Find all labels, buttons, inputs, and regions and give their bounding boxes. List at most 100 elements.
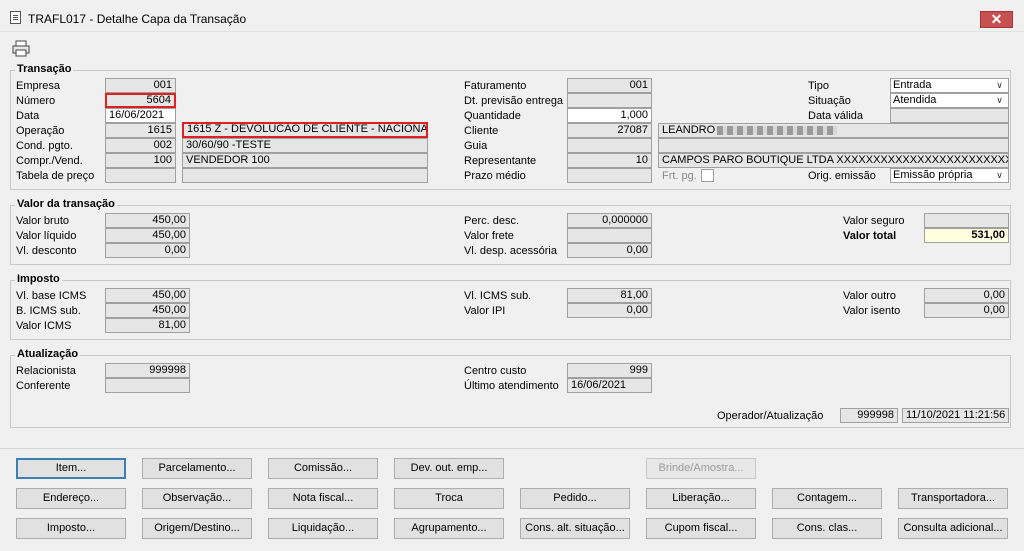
perc-desc-label: Perc. desc. [464,215,520,227]
chevron-down-icon: ∨ [996,80,1003,90]
tipo-label: Tipo [808,80,829,92]
nota-fiscal-button[interactable]: Nota fiscal... [268,488,378,509]
ultimo-atendimento-label: Último atendimento [464,380,559,392]
situacao-value: Atendida [893,94,937,106]
transacao-group-title: Transação [15,63,74,75]
operador-field[interactable]: 999998 [840,408,898,423]
cupom-fiscal-button[interactable]: Cupom fiscal... [646,518,756,539]
valor-outro-field[interactable]: 0,00 [924,288,1009,303]
valor-liquido-label: Valor líquido [16,230,77,242]
faturamento-label: Faturamento [464,80,527,92]
agrupamento-button[interactable]: Agrupamento... [394,518,504,539]
vl-desp-field[interactable]: 0,00 [567,243,652,258]
quantidade-label: Quantidade [464,110,521,122]
vl-icms-sub-label: Vl. ICMS sub. [464,290,532,302]
data-valida-field[interactable] [890,108,1009,123]
valor-isento-label: Valor isento [843,305,901,317]
consulta-adicional-button[interactable]: Consulta adicional... [898,518,1008,539]
valor-frete-label: Valor frete [464,230,514,242]
cliente-name-text: LEANDRO [662,124,716,136]
tabela-preco-field[interactable] [105,168,176,183]
divider [0,448,1024,449]
centro-custo-field[interactable]: 999 [567,363,652,378]
origem-destino-button[interactable]: Origem/Destino... [142,518,252,539]
operacao-field[interactable]: 1615 [105,123,176,138]
representante-label: Representante [464,155,537,167]
imposto-group-title: Imposto [15,273,62,285]
vl-base-icms-label: Vl. base ICMS [16,290,87,302]
quantidade-field[interactable]: 1,000 [567,108,652,123]
relacionista-label: Relacionista [16,365,76,377]
cliente-name: LEANDRO [658,123,1009,138]
perc-desc-field[interactable]: 0,000000 [567,213,652,228]
cons-alt-situacao-button[interactable]: Cons. alt. situação... [520,518,630,539]
orig-emissao-label: Orig. emissão [808,170,876,182]
pedido-button[interactable]: Pedido... [520,488,630,509]
contagem-button[interactable]: Contagem... [772,488,882,509]
guia-description [658,138,1009,153]
tipo-select[interactable]: Entrada ∨ [890,78,1009,93]
situacao-label: Situação [808,95,851,107]
valor-bruto-field[interactable]: 450,00 [105,213,190,228]
valor-seguro-field[interactable] [924,213,1009,228]
cond-pgto-description: 30/60/90 -TESTE [182,138,428,153]
parcelamento-button[interactable]: Parcelamento... [142,458,252,479]
transportadora-button[interactable]: Transportadora... [898,488,1008,509]
liberacao-button[interactable]: Liberação... [646,488,756,509]
relacionista-field[interactable]: 999998 [105,363,190,378]
comissao-button[interactable]: Comissão... [268,458,378,479]
conferente-field[interactable] [105,378,190,393]
app-icon [10,11,21,24]
close-button[interactable]: ✕ [980,11,1013,28]
ultimo-atendimento-field[interactable]: 16/06/2021 [567,378,652,393]
guia-field[interactable] [567,138,652,153]
vl-desconto-label: Vl. desconto [16,245,77,257]
numero-field[interactable]: 5604 [105,93,176,108]
vl-desconto-field[interactable]: 0,00 [105,243,190,258]
representante-field[interactable]: 10 [567,153,652,168]
item-button[interactable]: Item... [16,458,126,479]
valor-liquido-field[interactable]: 450,00 [105,228,190,243]
printer-icon[interactable] [12,40,30,57]
liquidacao-button[interactable]: Liquidação... [268,518,378,539]
orig-emissao-select[interactable]: Emissão própria ∨ [890,168,1009,183]
vl-base-icms-field[interactable]: 450,00 [105,288,190,303]
b-icms-sub-field[interactable]: 450,00 [105,303,190,318]
endereco-button[interactable]: Endereço... [16,488,126,509]
valor-outro-label: Valor outro [843,290,896,302]
tipo-value: Entrada [893,79,932,91]
dt-previsao-field[interactable] [567,93,652,108]
tabela-preco-label: Tabela de preço [16,170,95,182]
title-bar: TRAFL017 - Detalhe Capa da Transação ✕ [0,0,1024,32]
operacao-description: 1615 Z - DEVOLUCAO DE CLIENTE - NACIONAL [182,122,428,138]
brinde-amostra-button[interactable]: Brinde/Amostra... [646,458,756,479]
cond-pgto-field[interactable]: 002 [105,138,176,153]
compr-vend-field[interactable]: 100 [105,153,176,168]
troca-button[interactable]: Troca [394,488,504,509]
b-icms-sub-label: B. ICMS sub. [16,305,81,317]
observacao-button[interactable]: Observação... [142,488,252,509]
valor-icms-field[interactable]: 81,00 [105,318,190,333]
valor-total-field[interactable]: 531,00 [924,228,1009,243]
empresa-field[interactable]: 001 [105,78,176,93]
valor-isento-field[interactable]: 0,00 [924,303,1009,318]
prazo-medio-field[interactable] [567,168,652,183]
compr-vend-label: Compr./Vend. [16,155,83,167]
cliente-field[interactable]: 27087 [567,123,652,138]
situacao-select[interactable]: Atendida ∨ [890,93,1009,108]
valor-frete-field[interactable] [567,228,652,243]
cons-clas-button[interactable]: Cons. clas... [772,518,882,539]
data-field[interactable]: 16/06/2021 [105,108,176,123]
data-label: Data [16,110,40,122]
frt-pg-checkbox[interactable] [701,169,714,182]
faturamento-field[interactable]: 001 [567,78,652,93]
dev-out-emp-button[interactable]: Dev. out. emp... [394,458,504,479]
imposto-button[interactable]: Imposto... [16,518,126,539]
valor-ipi-field[interactable]: 0,00 [567,303,652,318]
vl-icms-sub-field[interactable]: 81,00 [567,288,652,303]
orig-emissao-value: Emissão própria [893,169,973,181]
frt-pg-label: Frt. pg. [662,170,697,182]
operador-date-field[interactable]: 11/10/2021 11:21:56 [902,408,1009,423]
window-title: TRAFL017 - Detalhe Capa da Transação [28,12,247,26]
numero-label: Número [16,95,56,107]
